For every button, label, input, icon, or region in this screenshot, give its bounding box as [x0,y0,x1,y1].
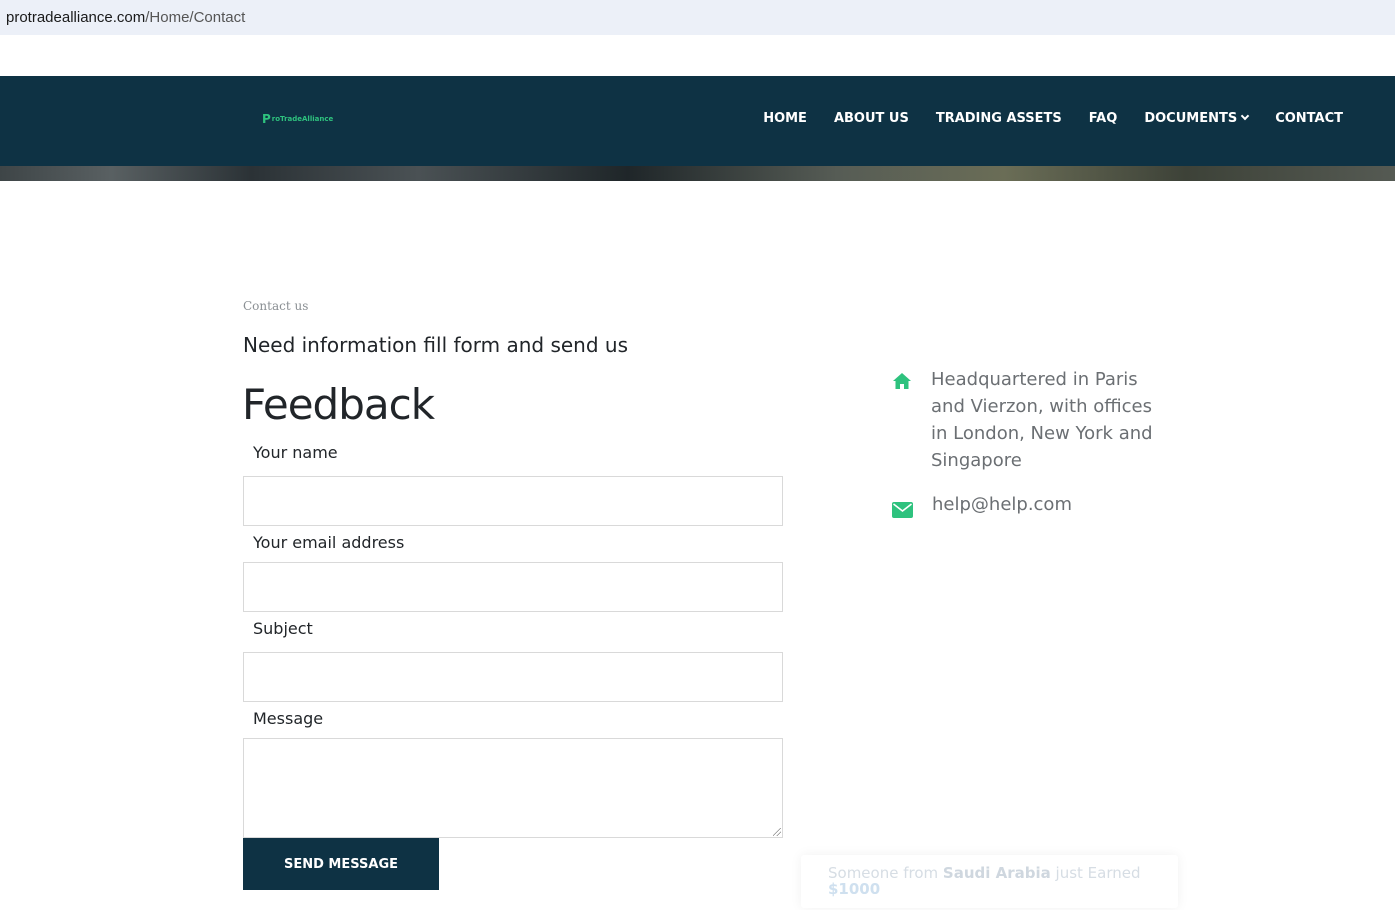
nav-faq-label: FAQ [1088,111,1118,126]
url-text[interactable]: protradealliance.com/Home/Contact [6,9,245,26]
subject-input[interactable] [243,652,783,702]
resize-handle-icon[interactable] [773,828,781,836]
nav-home[interactable]: HOME [763,111,807,126]
chevron-down-icon [1240,111,1250,120]
send-message-label: SEND MESSAGE [283,856,398,872]
subject-label: Subject [253,619,313,638]
url-host: protradealliance.com [6,9,146,26]
toast-suffix: just Earned [1055,864,1141,882]
name-label: Your name [253,443,338,462]
nav-contact-label: CONTACT [1275,111,1343,126]
nav-about-us[interactable]: ABOUT US [834,111,909,126]
email-input[interactable] [243,562,783,612]
logo-mark: P [262,112,271,126]
page-title: Feedback [242,380,435,429]
toast-amount: $1000 [828,880,881,898]
nav-documents-label: DOCUMENTS [1144,111,1238,126]
section-eyebrow: Contact us [243,299,309,313]
logo-text: roTradeAlliance [271,115,334,123]
email-link[interactable]: help@help.com [932,494,1072,515]
nav-trading-assets-label: TRADING ASSETS [935,111,1062,126]
nav-contact[interactable]: CONTACT [1275,111,1343,126]
nav-home-label: HOME [763,111,807,126]
nav-documents[interactable]: DOCUMENTS [1144,111,1250,126]
email-label: Your email address [253,533,405,552]
address-text: Headquartered in Paris and Vierzon, with… [931,369,1153,471]
nav-about-us-label: ABOUT US [833,111,909,126]
url-path: /Home/Contact [145,9,246,26]
envelope-icon [892,502,913,518]
site-navbar: P roTradeAlliance HOME ABOUT US TRADING … [0,76,1395,166]
nav-trading-assets[interactable]: TRADING ASSETS [936,111,1062,126]
section-intro: Need information fill form and send us [243,333,628,357]
message-textarea[interactable] [243,738,783,838]
name-input[interactable] [243,476,783,526]
hero-image-strip [0,166,1395,181]
message-label: Message [253,709,324,728]
earnings-toast: Someone from Saudi Arabia just Earned $1… [801,855,1178,908]
home-icon [893,373,911,389]
send-message-button[interactable]: SEND MESSAGE [243,838,439,890]
address-bar[interactable]: protradealliance.com/Home/Contact [0,0,1395,35]
toast-country: Saudi Arabia [942,864,1051,882]
site-logo[interactable]: P roTradeAlliance [262,112,333,126]
nav-faq[interactable]: FAQ [1089,111,1118,126]
nav-menu: HOME ABOUT US TRADING ASSETS FAQ DOCUMEN… [736,111,1343,126]
